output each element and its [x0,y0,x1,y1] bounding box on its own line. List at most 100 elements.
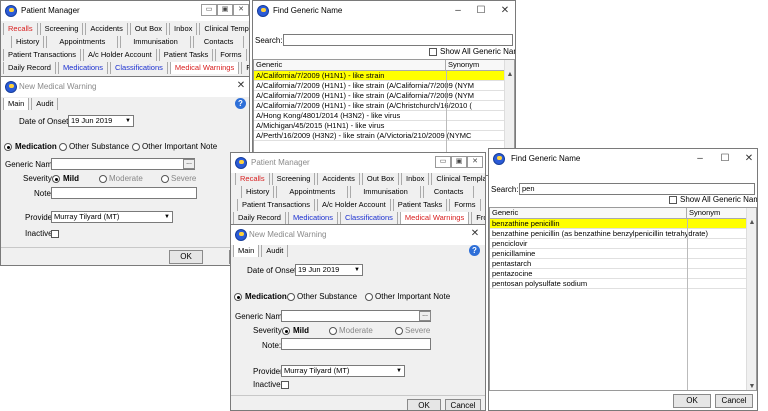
tab-clinical-template[interactable]: Clinical Template [199,23,249,35]
other-substance-radio[interactable] [287,293,295,301]
tab-classifications[interactable]: Classifications [339,212,398,224]
tab-patient-tasks[interactable]: Patient Tasks [158,49,214,61]
ellipsis-icon[interactable]: ... [183,159,195,169]
provider-select[interactable]: Murray Tilyard (MT) [51,211,173,223]
provider-select[interactable]: Murray Tilyard (MT) [281,365,405,377]
show-all-checkbox[interactable] [429,48,437,56]
ellipsis-icon[interactable]: ... [419,311,431,321]
close-icon[interactable]: ✕ [233,4,249,16]
back-mw-titlebar[interactable]: New Medical Warning ✕ [1,77,249,97]
note-field[interactable] [51,187,197,199]
front-mw-titlebar[interactable]: New Medical Warning ✕ [231,225,485,245]
search-input[interactable]: pen [519,183,755,195]
inactive-checkbox[interactable] [281,381,289,389]
tab-inbox[interactable]: Inbox [401,173,430,185]
other-important-note-radio[interactable] [365,293,373,301]
maximize-icon[interactable]: ▣ [217,4,233,16]
table-row[interactable]: penciclovir [490,239,746,249]
front-pm-titlebar[interactable]: Patient Manager ▭ ▣ ✕ [231,153,485,173]
maximize-icon[interactable]: ☐ [473,5,489,16]
tab-patient-transactions[interactable]: Patient Transactions [3,49,81,61]
search-input[interactable] [283,34,513,46]
table-row[interactable]: A/Hong Kong/4801/2014 (H3N2) - like viru… [254,111,504,121]
tab-immunisation[interactable]: Immunisation [350,186,421,198]
table-row[interactable]: A/California/7/2009 (H1N1) - like strain… [254,101,504,111]
table-row[interactable]: A/Perth/16/2009 (H3N2) - like strain (A/… [254,131,504,141]
tab-daily-record[interactable]: Daily Record [233,212,286,224]
tab-screening[interactable]: Screening [39,23,84,35]
table-row[interactable]: pentastarch [490,259,746,269]
close-icon[interactable]: ✕ [233,80,249,91]
table-row[interactable]: benzathine penicillin (as benzathine ben… [490,229,746,239]
cancel-button[interactable]: Cancel [715,394,753,408]
tab-accidents[interactable]: Accidents [317,173,360,185]
tab-contacts[interactable]: Contacts [422,186,475,198]
close-icon[interactable]: ✕ [467,228,483,239]
maximize-icon[interactable]: ▣ [451,156,467,168]
generic-column-header[interactable]: Generic [490,208,687,219]
ok-button[interactable]: OK [673,394,711,408]
tab-recalls[interactable]: Recalls [235,173,270,185]
tab-contacts[interactable]: Contacts [192,36,245,48]
tab-front-page[interactable]: Front Page [241,62,249,74]
tab-main[interactable]: Main [3,98,30,110]
tab-medications[interactable]: Medications [57,62,108,74]
inactive-checkbox[interactable] [51,230,59,238]
help-icon[interactable]: ? [469,245,480,256]
table-row[interactable]: A/California/7/2009 (H1N1) - like strain… [254,91,504,101]
medication-radio[interactable] [4,143,12,151]
tab-daily-record[interactable]: Daily Record [3,62,56,74]
moderate-radio[interactable] [99,175,107,183]
tab-patient-transactions[interactable]: Patient Transactions [237,199,315,211]
front-fg-titlebar[interactable]: Find Generic Name – ☐ ✕ [489,149,757,169]
tab-clinical-template[interactable]: Clinical Template [431,173,485,185]
other-substance-radio[interactable] [59,143,67,151]
tab-history[interactable]: History [241,186,275,198]
generic-column-header[interactable]: Generic [254,60,446,71]
front-scrollbar[interactable]: ▲ ▼ [746,208,756,390]
back-pm-titlebar[interactable]: Patient Manager ▭ ▣ ✕ [1,1,249,21]
show-all-checkbox[interactable] [669,196,677,204]
tab-medical-warnings[interactable]: Medical Warnings [169,62,240,74]
synonym-column-header[interactable]: Synonym [687,208,747,219]
moderate-radio[interactable] [329,327,337,335]
tab-screening[interactable]: Screening [271,173,316,185]
generic-name-field[interactable] [281,310,431,322]
cancel-button[interactable]: Cancel [445,399,481,410]
medication-radio[interactable] [234,293,242,301]
table-row[interactable]: A/California/7/2009 (H1N1) - like strain [254,71,504,81]
date-onset-field[interactable]: 19 Jun 2019 [295,264,363,276]
tab-classifications[interactable]: Classifications [109,62,168,74]
tab-audit[interactable]: Audit [31,98,59,110]
scroll-up-icon[interactable]: ▲ [505,71,514,78]
table-row[interactable]: A/Michigan/45/2015 (H1N1) - like virus [254,121,504,131]
close-icon[interactable]: ✕ [497,5,513,16]
table-row[interactable]: penicillamine [490,249,746,259]
minimize-icon[interactable]: – [450,5,466,16]
mild-radio[interactable] [282,327,290,335]
tab-out-box[interactable]: Out Box [129,23,168,35]
tab-ac-holder-account[interactable]: A/c Holder Account [82,49,157,61]
ok-button[interactable]: OK [169,250,203,264]
tab-appointments[interactable]: Appointments [46,36,119,48]
tab-forms[interactable]: Forms [449,199,481,211]
close-icon[interactable]: ✕ [467,156,483,168]
table-row[interactable]: pentosan polysulfate sodium [490,279,746,289]
date-onset-field[interactable]: 19 Jun 2019 [68,115,134,127]
help-icon[interactable]: ? [235,98,246,109]
other-important-note-radio[interactable] [132,143,140,151]
tab-inbox[interactable]: Inbox [169,23,198,35]
tab-history[interactable]: History [11,36,45,48]
tab-patient-tasks[interactable]: Patient Tasks [392,199,448,211]
tab-medications[interactable]: Medications [287,212,338,224]
table-row[interactable]: benzathine penicillin [490,219,746,229]
minimize-icon[interactable]: ▭ [435,156,451,168]
scroll-down-icon[interactable]: ▼ [747,383,756,390]
severe-radio[interactable] [161,175,169,183]
tab-audit[interactable]: Audit [261,245,289,257]
maximize-icon[interactable]: ☐ [717,153,733,164]
tab-recalls[interactable]: Recalls [3,23,38,35]
tab-accidents[interactable]: Accidents [85,23,128,35]
generic-name-field[interactable] [51,158,195,170]
tab-out-box[interactable]: Out Box [361,173,400,185]
